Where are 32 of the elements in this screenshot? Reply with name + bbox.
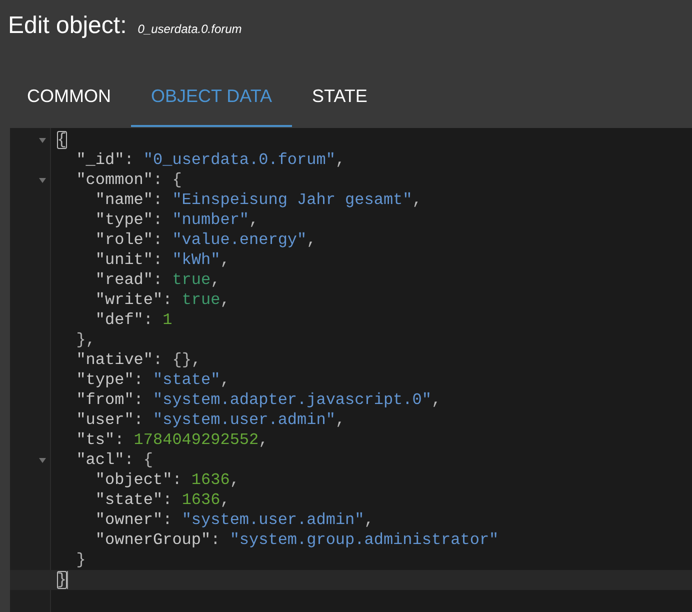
code-line: "native": {}, xyxy=(76,350,202,370)
code-line: "owner": "system.user.admin", xyxy=(95,510,374,530)
code-line: "user": "system.user.admin", xyxy=(76,410,346,430)
code-line: "unit": "kWh", xyxy=(95,250,230,270)
caret-down-icon[interactable] xyxy=(39,178,46,182)
code-line: "def": 1 xyxy=(95,310,172,330)
text-cursor xyxy=(66,571,68,589)
code-line: "role": "value.energy", xyxy=(95,230,316,250)
code-line: "type": "number", xyxy=(95,210,259,230)
code-line: } xyxy=(76,550,86,570)
code-line: { xyxy=(57,130,67,150)
code-editor[interactable] xyxy=(10,128,692,612)
code-line: "from": "system.adapter.javascript.0", xyxy=(76,390,442,410)
code-line: "common": { xyxy=(76,170,182,190)
page-title: Edit object: xyxy=(8,11,127,41)
code-line: }, xyxy=(76,330,96,350)
tab[interactable]: STATE xyxy=(292,73,388,127)
code-line: "acl": { xyxy=(76,450,154,470)
code-line: "object": 1636, xyxy=(95,470,240,490)
tab[interactable]: COMMON xyxy=(7,73,131,127)
caret-down-icon[interactable] xyxy=(39,458,46,462)
code-line: "read": true, xyxy=(95,270,220,290)
code-line: "ownerGroup": "system.group.administrator" xyxy=(95,530,499,550)
code-line: "write": true, xyxy=(95,290,230,310)
caret-down-icon[interactable] xyxy=(39,138,46,142)
code-line: "_id": "0_userdata.0.forum", xyxy=(76,150,346,170)
code-line: } xyxy=(57,570,67,590)
code-line: "state": 1636, xyxy=(95,490,230,510)
code-line: "type": "state", xyxy=(76,370,230,390)
code-line: "name": "Einspeisung Jahr gesamt", xyxy=(95,190,422,210)
code-line: "ts": 1784049292552, xyxy=(76,430,268,450)
object-id: 0_userdata.0.forum xyxy=(138,21,242,38)
